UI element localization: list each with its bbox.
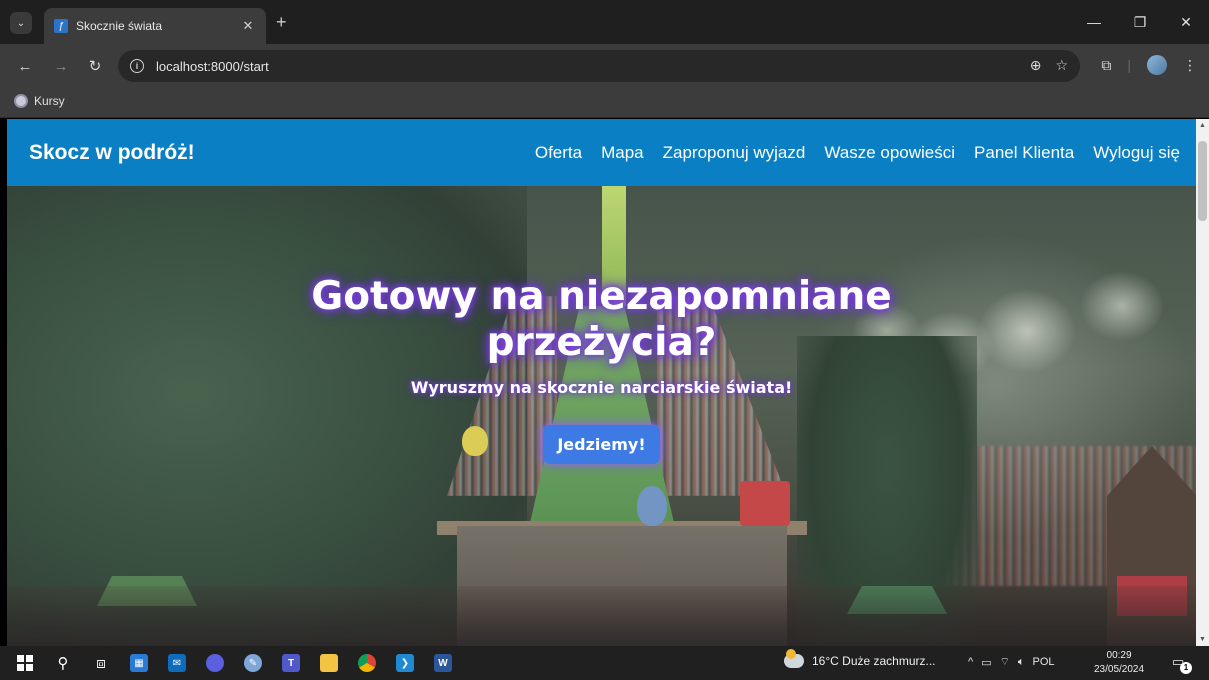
- hero-subtitle: Wyruszmy na skocznie narciarskie świata!: [410, 378, 793, 397]
- system-tray: ^ ▭ ⌔ 🔈︎ POL: [968, 655, 1055, 669]
- bookmark-label: Kursy: [34, 94, 65, 108]
- restore-icon[interactable]: ❐: [1117, 0, 1163, 44]
- word-icon[interactable]: W: [424, 646, 462, 680]
- windows-start-icon[interactable]: [6, 646, 44, 680]
- mail-icon[interactable]: ✉: [158, 646, 196, 680]
- clock-time: 00:29: [1106, 650, 1132, 661]
- toolbar-divider: |: [1127, 57, 1131, 73]
- address-bar[interactable]: i localhost:8000/start ⊕ ☆: [118, 50, 1080, 82]
- weather-widget[interactable]: 16°C Duże zachmurz...: [784, 649, 936, 668]
- cta-button[interactable]: Jedziemy!: [543, 425, 660, 464]
- ski-jump-favicon-icon: ƒ: [54, 19, 68, 33]
- bookmark-favicon-icon: [14, 94, 28, 108]
- browser-toolbar: ← → ↻ i localhost:8000/start ⊕ ☆ ⧉ | ⋮: [0, 44, 1209, 88]
- windows-taskbar: ⚲ ⧈ ▦ ✉ ✎ T ❯ W 16°C Duże zachmurz... ^ …: [0, 646, 1209, 680]
- vscode-icon[interactable]: ❯: [386, 646, 424, 680]
- hero-section: Gotowy na niezapomniane przeżycia? Wyrus…: [7, 186, 1196, 646]
- zoom-icon[interactable]: ⊕: [1030, 57, 1042, 74]
- browser-menu-icon[interactable]: ⋮: [1183, 57, 1197, 74]
- bookmark-star-icon[interactable]: ☆: [1055, 57, 1068, 74]
- nav-link-wyloguj[interactable]: Wyloguj się: [1093, 143, 1180, 163]
- nav-link-zaproponuj-wyjazd[interactable]: Zaproponuj wyjazd: [663, 143, 806, 163]
- window-controls: — ❐ ✕: [1071, 0, 1209, 44]
- tab-search-chevron-icon[interactable]: ⌄: [10, 12, 32, 34]
- file-explorer-icon[interactable]: [310, 646, 348, 680]
- back-arrow-icon[interactable]: ←: [14, 55, 36, 77]
- scroll-down-arrow-icon[interactable]: ▼: [1199, 636, 1206, 643]
- notification-count: 1: [1180, 662, 1192, 674]
- forward-arrow-icon[interactable]: →: [50, 55, 72, 77]
- search-icon[interactable]: ⚲: [44, 646, 82, 680]
- paint-icon[interactable]: ✎: [234, 646, 272, 680]
- page-scrollbar[interactable]: ▲ ▼: [1196, 119, 1209, 646]
- task-view-icon[interactable]: ⧈: [82, 646, 120, 680]
- close-window-icon[interactable]: ✕: [1163, 0, 1209, 44]
- clock-date: 23/05/2024: [1094, 664, 1145, 675]
- tray-chevron-up-icon[interactable]: ^: [968, 656, 973, 668]
- scroll-up-arrow-icon[interactable]: ▲: [1199, 122, 1206, 129]
- nav-link-oferta[interactable]: Oferta: [535, 143, 582, 163]
- hero-title: Gotowy na niezapomniane przeżycia?: [311, 274, 892, 365]
- main-menu: Oferta Mapa Zaproponuj wyjazd Wasze opow…: [535, 143, 1180, 163]
- bookmarks-bar: Kursy: [0, 88, 1209, 118]
- copilot-icon[interactable]: [196, 646, 234, 680]
- minimize-icon[interactable]: —: [1071, 0, 1117, 44]
- store-icon[interactable]: ▦: [120, 646, 158, 680]
- partly-cloudy-icon: [784, 649, 804, 668]
- tab-title: Skocznie świata: [76, 19, 163, 33]
- profile-avatar[interactable]: [1147, 55, 1167, 75]
- bookmark-kursy[interactable]: Kursy: [14, 94, 65, 108]
- site-info-icon[interactable]: i: [130, 59, 144, 73]
- browser-tab-active[interactable]: ƒ Skocznie świata ✕: [44, 8, 266, 44]
- new-tab-plus-icon[interactable]: +: [276, 13, 287, 31]
- nav-link-mapa[interactable]: Mapa: [601, 143, 644, 163]
- page-viewport: Skocz w podróż! Oferta Mapa Zaproponuj w…: [7, 119, 1196, 646]
- clock[interactable]: 00:29 23/05/2024: [1094, 649, 1144, 677]
- network-icon[interactable]: ▭: [981, 656, 991, 669]
- site-navbar: Skocz w podróż! Oferta Mapa Zaproponuj w…: [7, 119, 1196, 186]
- chrome-icon[interactable]: [348, 646, 386, 680]
- site-brand[interactable]: Skocz w podróż!: [29, 141, 195, 165]
- notifications-icon[interactable]: ▭ 1: [1172, 654, 1192, 674]
- hero-content: Gotowy na niezapomniane przeżycia? Wyrus…: [7, 274, 1196, 464]
- tab-close-icon[interactable]: ✕: [240, 18, 256, 34]
- wifi-icon[interactable]: ⌔: [1000, 655, 1010, 669]
- volume-icon[interactable]: 🔈︎: [1018, 656, 1025, 669]
- address-url: localhost:8000/start: [156, 58, 269, 74]
- extensions-puzzle-icon[interactable]: ⧉: [1101, 57, 1111, 74]
- weather-text: 16°C Duże zachmurz...: [812, 654, 936, 668]
- reload-icon[interactable]: ↻: [84, 55, 106, 77]
- teams-icon[interactable]: T: [272, 646, 310, 680]
- browser-tabstrip: ⌄ ƒ Skocznie świata ✕ + — ❐ ✕: [0, 0, 1209, 44]
- language-indicator[interactable]: POL: [1033, 656, 1055, 668]
- nav-link-panel-klienta[interactable]: Panel Klienta: [974, 143, 1074, 163]
- scroll-thumb[interactable]: [1198, 141, 1207, 221]
- nav-link-wasze-opowiesci[interactable]: Wasze opowieści: [824, 143, 955, 163]
